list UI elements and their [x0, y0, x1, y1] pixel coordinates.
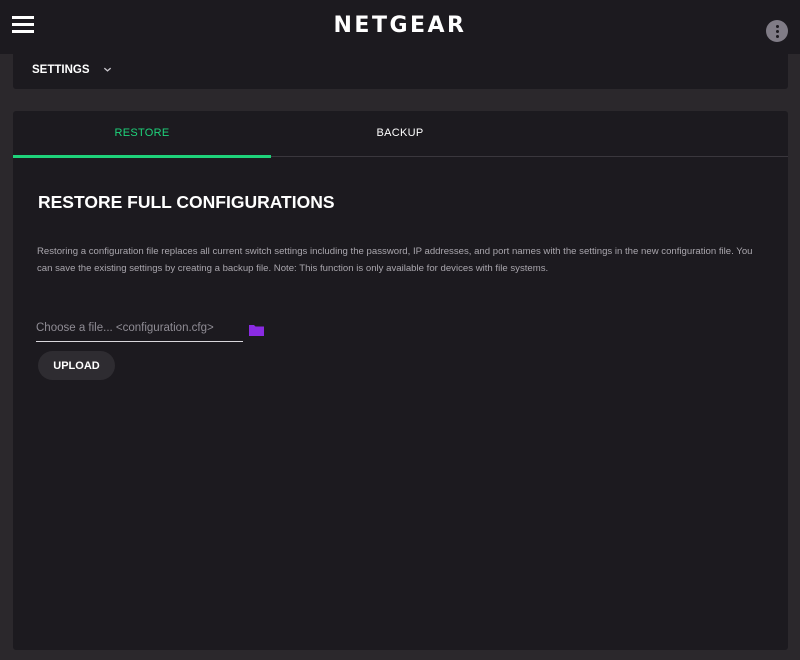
file-path-input[interactable]: [36, 317, 243, 339]
tab-bar: RESTORE BACKUP: [13, 111, 788, 158]
more-vertical-icon[interactable]: [766, 20, 788, 42]
restore-description: Restoring a configuration file replaces …: [37, 246, 753, 274]
top-bar: NETGEAR: [0, 0, 800, 54]
settings-bar: SETTINGS: [13, 54, 788, 89]
file-chooser-field[interactable]: [36, 317, 243, 342]
settings-menu-label[interactable]: SETTINGS: [32, 64, 90, 76]
chevron-down-icon[interactable]: [103, 65, 112, 74]
section-title: RESTORE FULL CONFIGURATIONS: [38, 192, 335, 212]
folder-icon[interactable]: [249, 324, 264, 336]
netgear-logo: NETGEAR: [333, 13, 467, 38]
restore-backup-card: RESTORE BACKUP RESTORE FULL CONFIGURATIO…: [13, 111, 788, 650]
tab-backup[interactable]: BACKUP: [271, 111, 529, 157]
upload-button[interactable]: UPLOAD: [38, 351, 115, 380]
tab-restore[interactable]: RESTORE: [13, 111, 271, 158]
